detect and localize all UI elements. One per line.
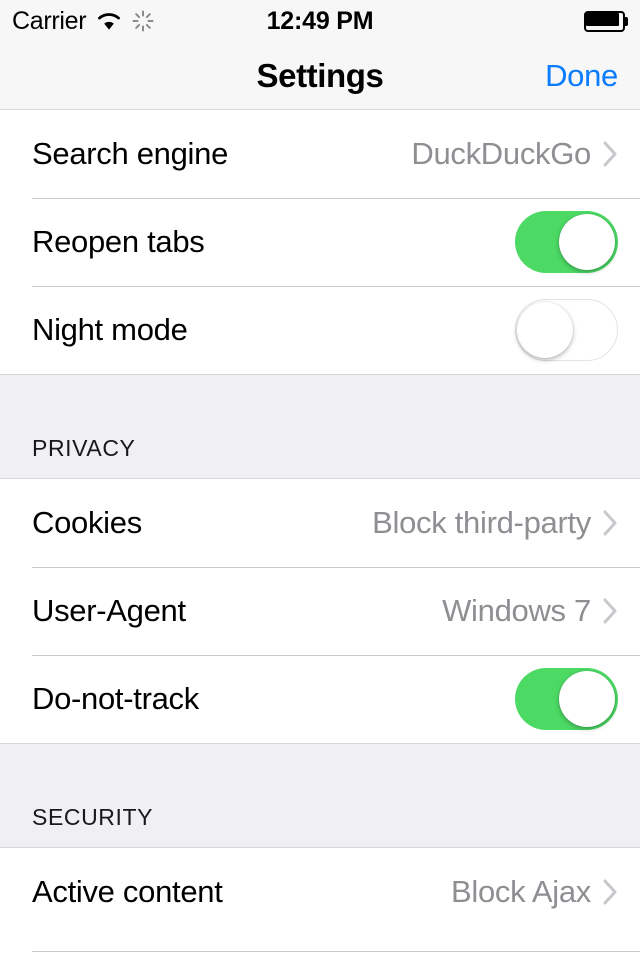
row-search-engine[interactable]: Search engine DuckDuckGo [0, 110, 640, 198]
toggle-reopen-tabs[interactable] [515, 211, 618, 273]
row-accessory: Block third-party [372, 505, 618, 541]
settings-list: Search engine DuckDuckGo Reopen tabs Nig… [0, 110, 640, 952]
row-value: Windows 7 [442, 593, 591, 628]
toggle-knob [517, 301, 573, 358]
row-accessory [515, 668, 618, 730]
row-active-content[interactable]: Active content Block Ajax [0, 848, 640, 936]
row-accessory [515, 211, 618, 273]
row-night-mode[interactable]: Night mode [0, 286, 640, 374]
section-header-security: SECURITY [0, 743, 640, 848]
row-label: Active content [32, 874, 223, 909]
row-user-agent[interactable]: User-Agent Windows 7 [0, 567, 640, 655]
status-bar-left: Carrier [12, 7, 154, 36]
row-accessory [515, 299, 618, 361]
row-label: Reopen tabs [32, 224, 205, 259]
row-value: DuckDuckGo [411, 136, 591, 171]
section-header-label: PRIVACY [32, 435, 136, 461]
row-value: Block Ajax [450, 874, 591, 909]
done-button[interactable]: Done [545, 58, 618, 94]
section-header-label: SECURITY [32, 804, 154, 830]
status-bar-right [584, 10, 628, 32]
row-accessory: Block Ajax [451, 874, 618, 910]
chevron-right-icon [603, 879, 618, 905]
page-title: Settings [256, 56, 384, 94]
chevron-right-icon [603, 510, 618, 536]
wifi-icon [96, 11, 122, 31]
section-header-privacy: PRIVACY [0, 374, 640, 479]
chevron-right-icon [603, 598, 618, 624]
row-reopen-tabs[interactable]: Reopen tabs [0, 198, 640, 286]
list-bottom-separator [32, 951, 640, 952]
carrier-label: Carrier [12, 6, 87, 35]
chevron-right-icon [603, 141, 618, 167]
row-label: Night mode [32, 312, 188, 347]
row-label: Do-not-track [32, 681, 199, 716]
toggle-knob [559, 214, 615, 270]
row-do-not-track[interactable]: Do-not-track [0, 655, 640, 743]
row-label: Search engine [32, 136, 229, 171]
row-accessory: Windows 7 [442, 593, 618, 629]
toggle-knob [559, 671, 615, 727]
row-value: Block third-party [372, 505, 591, 540]
settings-screen: Carrier 12:49 PM Settings Done Search en… [0, 0, 640, 960]
activity-spinner-icon [132, 10, 154, 32]
row-label: Cookies [32, 505, 142, 540]
status-bar: Carrier 12:49 PM [0, 0, 640, 42]
row-label: User-Agent [32, 593, 186, 628]
row-cookies[interactable]: Cookies Block third-party [0, 479, 640, 567]
toggle-do-not-track[interactable] [515, 668, 618, 730]
battery-full-icon [584, 10, 628, 32]
toggle-night-mode[interactable] [515, 299, 618, 361]
navigation-bar: Settings Done [0, 42, 640, 110]
row-accessory: DuckDuckGo [411, 136, 618, 172]
